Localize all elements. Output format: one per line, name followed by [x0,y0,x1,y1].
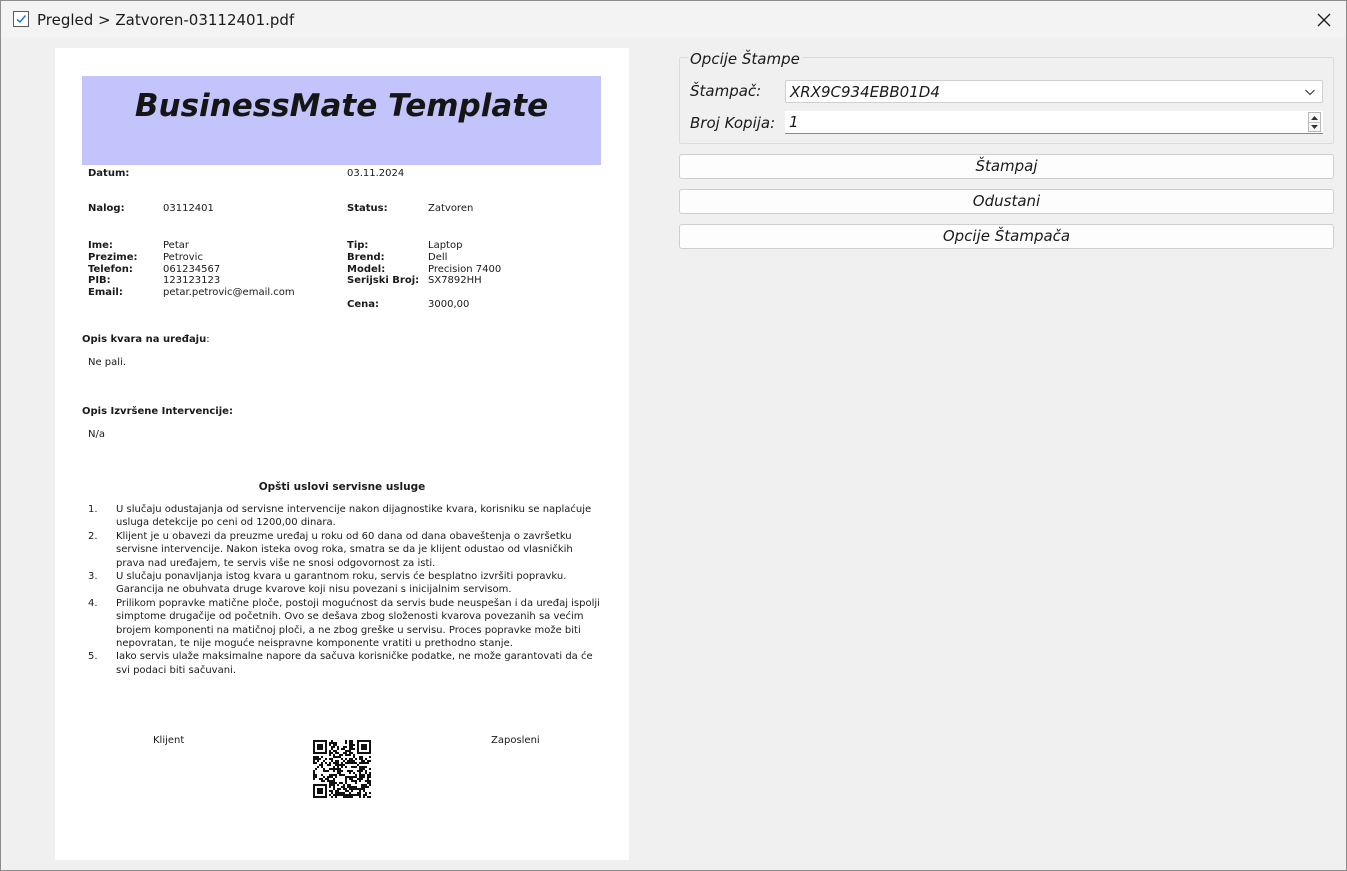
print-button[interactable]: Štampaj [679,154,1334,179]
copies-value: 1 [789,113,799,131]
prezime-label: Prezime: [88,252,138,263]
cena-label: Cena: [347,299,379,310]
terms-item-number: 2. [88,530,98,542]
ime-value: Petar [163,240,189,251]
opis-kvara-heading: Opis kvara na uređaju: [82,334,210,346]
decrement-button[interactable] [1309,122,1320,131]
terms-item-number: 5. [88,651,98,663]
status-label: Status: [347,203,388,214]
serijski-broj-label: Serijski Broj: [347,275,420,286]
checkbox-document-icon [13,11,29,27]
terms-item-text: Iako servis ulaže maksimalne napore da s… [116,651,593,676]
nalog-value: 03112401 [163,203,214,214]
datum-label: Datum: [88,168,130,179]
email-label: Email: [88,287,123,298]
opis-kvara-colon: : [206,334,210,345]
window-title: Pregled > Zatvoren-03112401.pdf [37,11,295,29]
copies-stepper-buttons [1308,112,1321,132]
nalog-label: Nalog: [88,203,125,214]
copies-label: Broj Kopija: [690,114,776,132]
printer-label: Štampač: [690,82,762,100]
tip-value: Laptop [428,240,463,251]
tip-label: Tip: [347,240,369,251]
zaposleni-signature-label: Zaposleni [491,735,540,746]
terms-item: 4. Prilikom popravke matične ploče, posto… [88,597,600,651]
terms-list: 1. U slučaju odustajanja od servisne inte… [88,503,600,677]
brend-value: Dell [428,252,448,263]
close-button[interactable] [1302,1,1346,38]
cancel-button[interactable]: Odustani [679,189,1334,214]
banner-title: BusinessMate Template [134,88,549,124]
status-value: Zatvoren [428,203,474,214]
opis-intervencije-label: Opis Izvršene Intervencije: [82,406,233,417]
opis-kvara-label: Opis kvara na uređaju [82,334,207,345]
datum-value: 03.11.2024 [347,168,405,179]
printer-options-button[interactable]: Opcije Štampača [679,224,1334,249]
klijent-signature-label: Klijent [153,735,185,746]
title-bar: Pregled > Zatvoren-03112401.pdf [1,1,1346,38]
ime-label: Ime: [88,240,113,251]
prezime-value: Petrovic [163,252,203,263]
brend-label: Brend: [347,252,385,263]
printer-select[interactable]: XRX9C934EBB01D4 [785,80,1323,103]
chevron-down-icon [1305,89,1315,96]
print-options-title: Opcije Štampe [688,50,802,68]
terms-item-number: 3. [88,571,98,583]
copies-stepper[interactable]: 1 [785,111,1323,134]
terms-title: Opšti uslovi servisne usluge [258,481,426,493]
printer-select-value: XRX9C934EBB01D4 [790,83,940,101]
terms-item: 5. Iako servis ulaže maksimalne napore da… [88,650,600,677]
opis-intervencije-value: N/a [88,429,105,440]
close-icon[interactable] [1317,13,1331,27]
caret-up-icon [1311,115,1318,120]
pib-label: PIB: [88,275,111,286]
terms-item: 2. Klijent je u obavezi da preuzme uređaj… [88,530,600,570]
cena-value: 3000,00 [428,299,470,310]
caret-down-icon [1311,124,1318,129]
document-preview-page[interactable]: BusinessMate Template Datum: 03.11.2024 … [55,48,629,860]
terms-item-text: Prilikom popravke matične ploče, postoji… [116,597,600,650]
terms-item-text: U slučaju odustajanja od servisne interv… [116,504,592,529]
qr-code-icon [313,740,371,798]
document-banner: BusinessMate Template [82,76,601,165]
terms-item-text: Klijent je u obavezi da preuzme uređaj u… [116,530,573,569]
terms-item: 1. U slučaju odustajanja od servisne inte… [88,503,600,530]
opis-kvara-value: Ne pali. [88,357,127,368]
email-value: petar.petrovic@email.com [163,287,295,298]
terms-item: 3. U slučaju ponavljanja istog kvara u ga… [88,570,600,597]
terms-item-number: 1. [88,504,98,515]
pib-value: 123123123 [163,275,221,286]
terms-item-number: 4. [88,597,98,609]
terms-item-text: U slučaju ponavljanja istog kvara u gara… [116,571,567,596]
serijski-broj-value: SX7892HH [428,275,482,286]
